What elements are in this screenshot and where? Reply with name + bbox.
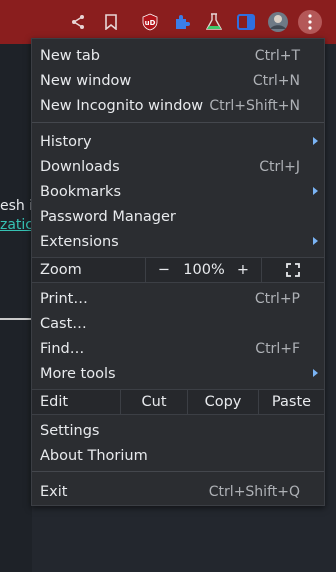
zoom-in-button[interactable]: + bbox=[226, 258, 260, 282]
page-text-fragment: esh i bbox=[0, 198, 34, 214]
menu-item-label: Exit bbox=[40, 483, 68, 500]
share-icon[interactable] bbox=[66, 10, 90, 34]
lab-flask-icon[interactable] bbox=[202, 10, 226, 34]
menu-item-downloads[interactable]: Downloads Ctrl+J bbox=[32, 154, 324, 179]
menu-item-more-tools[interactable]: More tools bbox=[32, 361, 324, 386]
zoom-out-button[interactable]: − bbox=[146, 258, 182, 282]
menu-item-label: About Thorium bbox=[40, 447, 148, 464]
submenu-arrow-icon bbox=[313, 187, 318, 195]
submenu-arrow-icon bbox=[313, 369, 318, 377]
menu-item-label: History bbox=[40, 133, 92, 150]
menu-separator bbox=[32, 471, 324, 472]
menu-item-new-incognito-window[interactable]: New Incognito window Ctrl+Shift+N bbox=[32, 93, 324, 118]
menu-item-about-thorium[interactable]: About Thorium bbox=[32, 443, 324, 468]
menu-item-new-window[interactable]: New window Ctrl+N bbox=[32, 68, 324, 93]
bookmark-icon[interactable] bbox=[99, 10, 123, 34]
menu-item-cast[interactable]: Cast… bbox=[32, 311, 324, 336]
zoom-row: Zoom − 100% + bbox=[32, 257, 324, 283]
menu-item-shortcut: Ctrl+P bbox=[254, 290, 300, 307]
page-left-strip bbox=[0, 44, 32, 572]
browser-main-menu: New tab Ctrl+T New window Ctrl+N New Inc… bbox=[31, 38, 325, 506]
menu-item-label: More tools bbox=[40, 365, 116, 382]
submenu-arrow-icon bbox=[313, 237, 318, 245]
menu-separator bbox=[32, 122, 324, 123]
menu-item-label: Cast… bbox=[40, 315, 87, 332]
zoom-level-value: 100% bbox=[183, 262, 225, 278]
fullscreen-icon bbox=[286, 263, 300, 277]
menu-item-label: Bookmarks bbox=[40, 183, 122, 200]
menu-item-exit[interactable]: Exit Ctrl+Shift+Q bbox=[32, 479, 324, 504]
menu-item-label: Password Manager bbox=[40, 208, 176, 225]
menu-kebab-icon[interactable] bbox=[298, 10, 322, 34]
cut-button[interactable]: Cut bbox=[121, 390, 187, 414]
menu-item-extensions[interactable]: Extensions bbox=[32, 229, 324, 254]
menu-item-shortcut: Ctrl+Shift+Q bbox=[208, 483, 300, 500]
zoom-label: Zoom bbox=[40, 262, 82, 278]
ublock-origin-icon[interactable]: uD bbox=[138, 10, 162, 34]
menu-item-label: Extensions bbox=[40, 233, 119, 250]
menu-item-label: New Incognito window bbox=[40, 97, 204, 114]
menu-item-label: New window bbox=[40, 72, 132, 89]
edit-label: Edit bbox=[40, 394, 69, 410]
menu-item-new-tab[interactable]: New tab Ctrl+T bbox=[32, 43, 324, 68]
menu-item-shortcut: Ctrl+J bbox=[259, 158, 300, 175]
menu-item-label: Find… bbox=[40, 340, 85, 357]
page-link-fragment[interactable]: zatic bbox=[0, 217, 33, 233]
menu-item-label: New tab bbox=[40, 47, 101, 64]
menu-item-shortcut: Ctrl+Shift+N bbox=[209, 97, 300, 114]
menu-item-password-manager[interactable]: Password Manager bbox=[32, 204, 324, 229]
menu-item-print[interactable]: Print… Ctrl+P bbox=[32, 286, 324, 311]
extensions-puzzle-icon[interactable] bbox=[170, 10, 194, 34]
submenu-arrow-icon bbox=[313, 137, 318, 145]
menu-item-label: Downloads bbox=[40, 158, 120, 175]
copy-button[interactable]: Copy bbox=[188, 390, 258, 414]
page-divider-line bbox=[0, 318, 34, 320]
menu-item-settings[interactable]: Settings bbox=[32, 418, 324, 443]
menu-item-label: Print… bbox=[40, 290, 88, 307]
menu-item-find[interactable]: Find… Ctrl+F bbox=[32, 336, 324, 361]
menu-item-history[interactable]: History bbox=[32, 129, 324, 154]
menu-item-shortcut: Ctrl+F bbox=[255, 340, 300, 357]
edit-row: Edit Cut Copy Paste bbox=[32, 389, 324, 415]
svg-text:uD: uD bbox=[145, 19, 156, 27]
menu-item-shortcut: Ctrl+T bbox=[254, 47, 300, 64]
profile-avatar[interactable] bbox=[266, 10, 290, 34]
menu-item-label: Settings bbox=[40, 422, 100, 439]
menu-item-shortcut: Ctrl+N bbox=[252, 72, 300, 89]
paste-button[interactable]: Paste bbox=[259, 390, 324, 414]
menu-item-bookmarks[interactable]: Bookmarks bbox=[32, 179, 324, 204]
fullscreen-button[interactable] bbox=[262, 258, 324, 282]
side-panel-icon[interactable] bbox=[234, 10, 258, 34]
